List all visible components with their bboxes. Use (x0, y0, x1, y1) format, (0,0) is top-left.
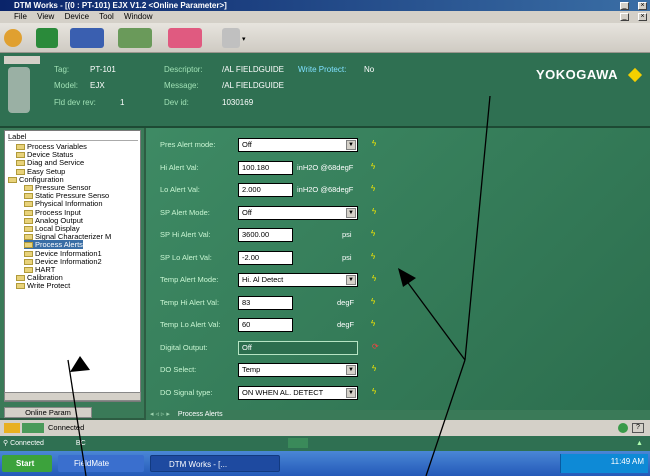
arrow-up-line (464, 95, 491, 361)
arrow-middle-head (398, 268, 416, 287)
arrow-left-head (70, 356, 90, 372)
arrow-down-line (425, 359, 466, 476)
annotation-arrows (67, 95, 491, 476)
arrow-left-line (67, 359, 87, 476)
arrow-middle-line (399, 271, 466, 361)
